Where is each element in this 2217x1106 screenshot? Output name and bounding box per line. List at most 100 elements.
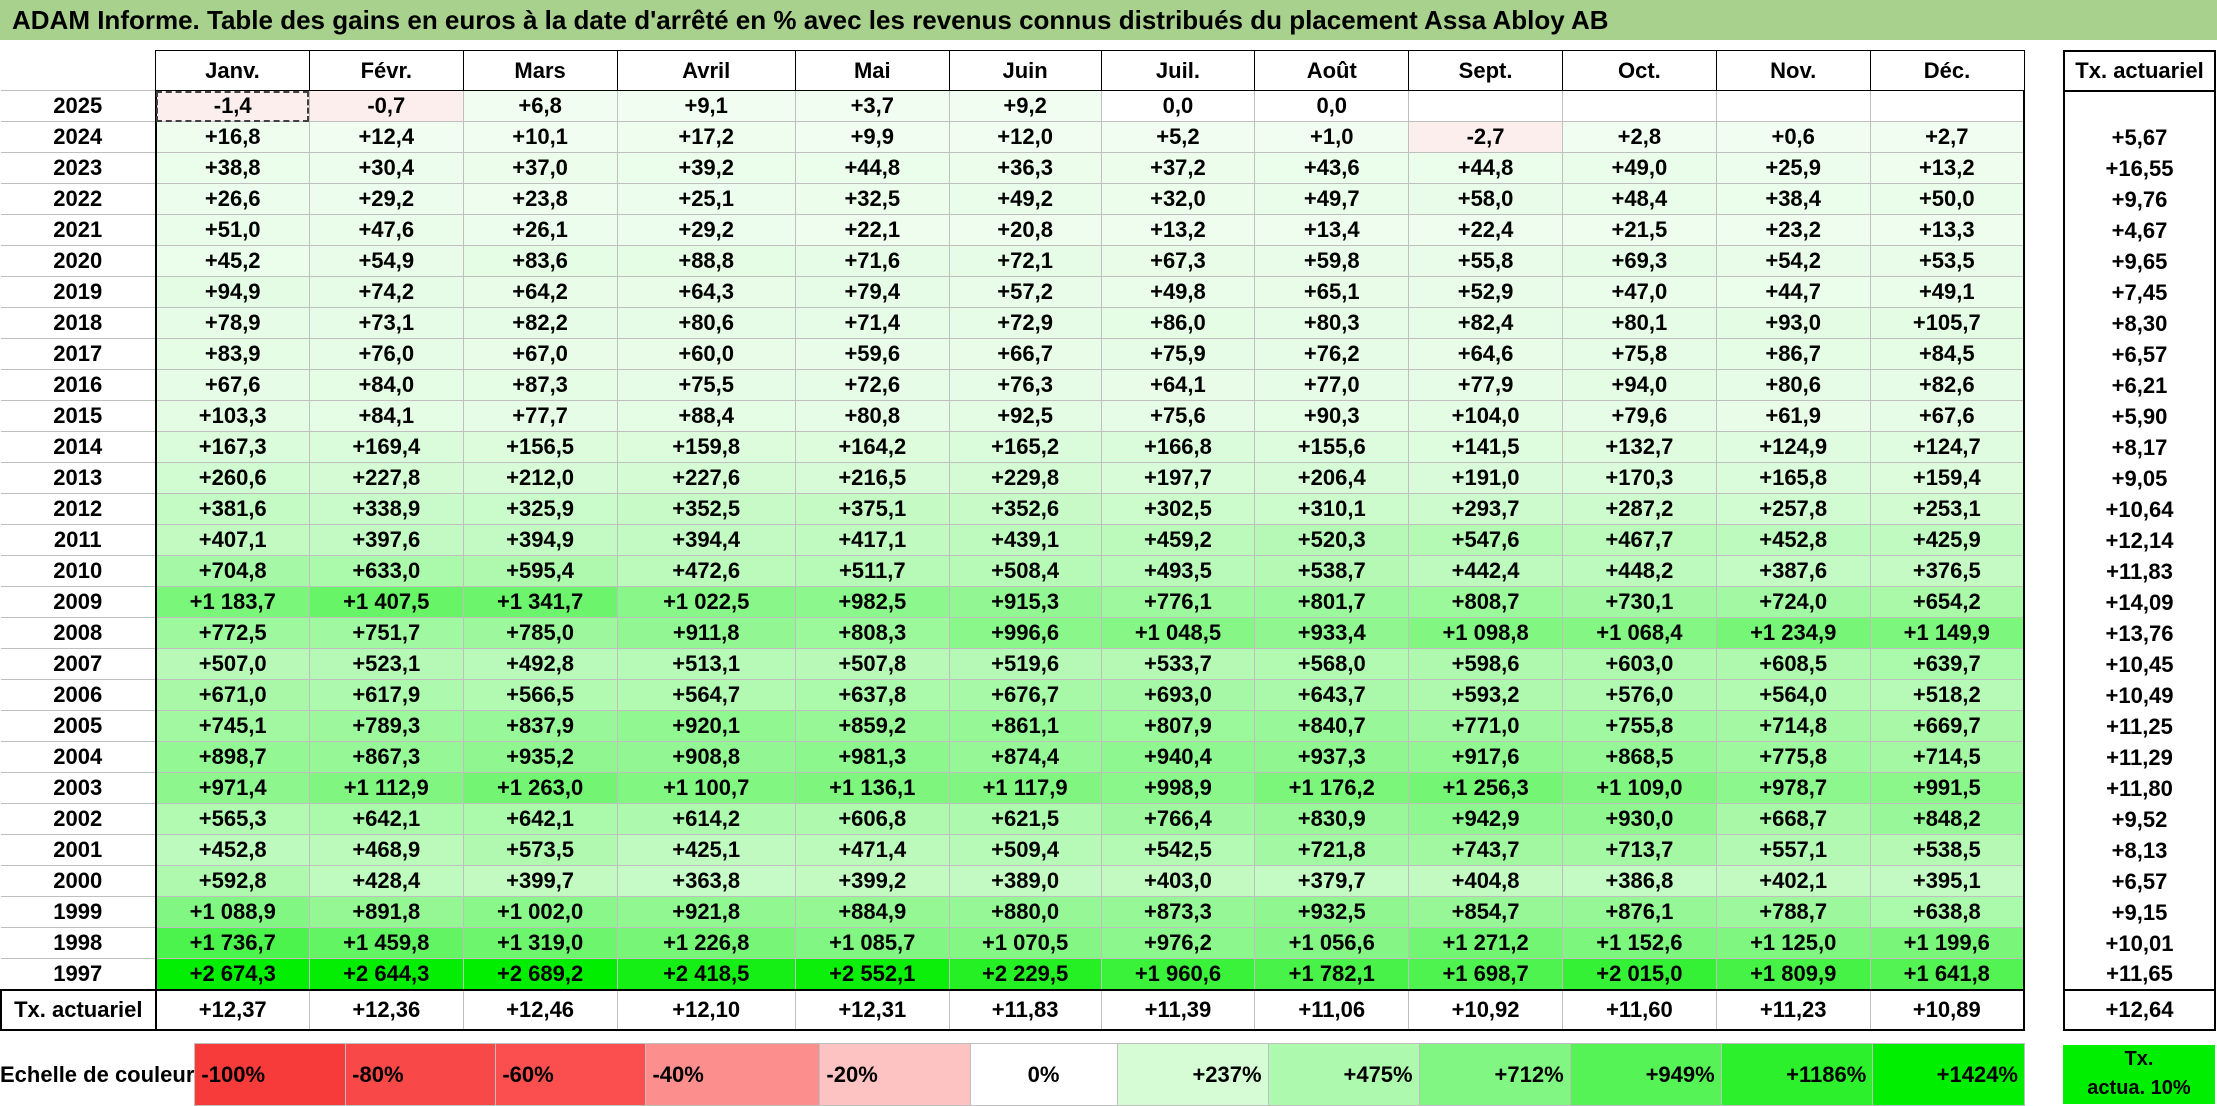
gain-cell[interactable]: +32,5 bbox=[794, 183, 950, 215]
gain-cell[interactable]: +518,2 bbox=[1869, 679, 2025, 711]
rate-cell[interactable]: +12,31 bbox=[794, 988, 950, 1031]
rate-cell[interactable]: +11,39 bbox=[1100, 988, 1256, 1031]
gain-cell[interactable]: +1 226,8 bbox=[616, 927, 796, 959]
year-label[interactable]: 2003 bbox=[1, 772, 157, 804]
gain-cell[interactable]: +668,7 bbox=[1715, 803, 1871, 835]
gain-cell[interactable]: +1 782,1 bbox=[1254, 958, 1410, 991]
gain-cell[interactable]: +72,9 bbox=[948, 307, 1102, 339]
gain-cell[interactable]: 0,0 bbox=[1100, 90, 1256, 122]
gain-cell[interactable]: +1 002,0 bbox=[462, 896, 618, 928]
gain-cell[interactable]: +595,4 bbox=[462, 555, 618, 587]
gain-cell[interactable]: +493,5 bbox=[1100, 555, 1256, 587]
gain-cell[interactable]: +538,5 bbox=[1869, 834, 2025, 866]
gain-cell[interactable]: +915,3 bbox=[948, 586, 1102, 618]
gain-cell[interactable]: +124,9 bbox=[1715, 431, 1871, 463]
gain-cell[interactable]: +991,5 bbox=[1869, 772, 2025, 804]
gain-cell[interactable]: +71,6 bbox=[794, 245, 950, 277]
gain-cell[interactable]: +83,6 bbox=[462, 245, 618, 277]
gain-cell[interactable]: +743,7 bbox=[1408, 834, 1563, 866]
gain-cell[interactable]: +2 015,0 bbox=[1561, 958, 1717, 991]
gain-cell[interactable]: +981,3 bbox=[794, 741, 950, 773]
gain-cell[interactable]: +132,7 bbox=[1561, 431, 1717, 463]
gain-cell[interactable]: +724,0 bbox=[1715, 586, 1871, 618]
gain-cell[interactable]: +165,2 bbox=[948, 431, 1102, 463]
year-rate-cell[interactable]: +9,52 bbox=[2063, 804, 2216, 835]
gain-cell[interactable]: +776,1 bbox=[1100, 586, 1256, 618]
gain-cell[interactable]: +164,2 bbox=[794, 431, 950, 463]
rate-cell[interactable]: +12,37 bbox=[155, 988, 310, 1031]
month-header-1[interactable]: Janv. bbox=[155, 50, 310, 91]
gain-cell[interactable]: +67,6 bbox=[1869, 400, 2025, 432]
gain-cell[interactable]: +808,7 bbox=[1408, 586, 1563, 618]
gain-cell[interactable]: +930,0 bbox=[1561, 803, 1717, 835]
gain-cell[interactable]: +17,2 bbox=[616, 121, 796, 153]
gain-cell[interactable]: +830,9 bbox=[1254, 803, 1410, 835]
month-header-3[interactable]: Mars bbox=[462, 50, 618, 91]
gain-cell[interactable]: +75,9 bbox=[1100, 338, 1256, 370]
rate-cell[interactable]: +10,89 bbox=[1869, 988, 2025, 1031]
gain-cell[interactable]: +44,7 bbox=[1715, 276, 1871, 308]
gain-cell[interactable]: +1 098,8 bbox=[1408, 617, 1563, 649]
month-header-11[interactable]: Nov. bbox=[1715, 50, 1871, 91]
gain-cell[interactable] bbox=[1561, 90, 1717, 122]
year-label[interactable]: 2000 bbox=[1, 865, 157, 897]
gain-cell[interactable]: +704,8 bbox=[155, 555, 310, 587]
month-header-4[interactable]: Avril bbox=[616, 50, 796, 91]
month-header-2[interactable]: Févr. bbox=[308, 50, 464, 91]
gain-cell[interactable]: +637,8 bbox=[794, 679, 950, 711]
gain-cell[interactable]: +507,0 bbox=[155, 648, 310, 680]
gain-cell[interactable]: +65,1 bbox=[1254, 276, 1410, 308]
gain-cell[interactable]: +940,4 bbox=[1100, 741, 1256, 773]
gain-cell[interactable]: +13,2 bbox=[1869, 152, 2025, 184]
gain-cell[interactable]: +26,1 bbox=[462, 214, 618, 246]
gain-cell[interactable]: +2 689,2 bbox=[462, 958, 618, 991]
gain-cell[interactable]: +2,7 bbox=[1869, 121, 2025, 153]
gain-cell[interactable]: +876,1 bbox=[1561, 896, 1717, 928]
gain-cell[interactable]: +1 022,5 bbox=[616, 586, 796, 618]
gain-cell[interactable]: +257,8 bbox=[1715, 493, 1871, 525]
gain-cell[interactable]: +671,0 bbox=[155, 679, 310, 711]
gain-cell[interactable]: +21,5 bbox=[1561, 214, 1717, 246]
gain-cell[interactable]: +467,7 bbox=[1561, 524, 1717, 556]
year-rate-cell[interactable]: +9,76 bbox=[2063, 184, 2216, 215]
year-label[interactable]: 2022 bbox=[1, 183, 157, 215]
gain-cell[interactable]: +2,8 bbox=[1561, 121, 1717, 153]
gain-cell[interactable]: +789,3 bbox=[308, 710, 464, 742]
gain-cell[interactable]: +921,8 bbox=[616, 896, 796, 928]
gain-cell[interactable]: +13,3 bbox=[1869, 214, 2025, 246]
gain-cell[interactable]: +77,0 bbox=[1254, 369, 1410, 401]
gain-cell[interactable]: +79,4 bbox=[794, 276, 950, 308]
gain-cell[interactable]: +69,3 bbox=[1561, 245, 1717, 277]
gain-cell[interactable]: -1,4 bbox=[155, 90, 310, 122]
gain-cell[interactable]: +693,0 bbox=[1100, 679, 1256, 711]
gain-cell[interactable]: +448,2 bbox=[1561, 555, 1717, 587]
year-rate-cell[interactable]: +9,05 bbox=[2063, 463, 2216, 494]
year-label[interactable]: 2013 bbox=[1, 462, 157, 494]
gain-cell[interactable]: +25,9 bbox=[1715, 152, 1871, 184]
gain-cell[interactable]: +920,1 bbox=[616, 710, 796, 742]
month-header-6[interactable]: Juin bbox=[948, 50, 1102, 91]
gain-cell[interactable]: 0,0 bbox=[1254, 90, 1410, 122]
gain-cell[interactable]: +598,6 bbox=[1408, 648, 1563, 680]
gain-cell[interactable]: +84,5 bbox=[1869, 338, 2025, 370]
gain-cell[interactable]: +425,9 bbox=[1869, 524, 2025, 556]
year-label[interactable]: 2015 bbox=[1, 400, 157, 432]
gain-cell[interactable]: +88,8 bbox=[616, 245, 796, 277]
gain-cell[interactable]: +1 125,0 bbox=[1715, 927, 1871, 959]
year-rate-cell[interactable]: +6,21 bbox=[2063, 370, 2216, 401]
gain-cell[interactable]: +39,2 bbox=[616, 152, 796, 184]
gain-cell[interactable]: +90,3 bbox=[1254, 400, 1410, 432]
gain-cell[interactable]: +80,8 bbox=[794, 400, 950, 432]
gain-cell[interactable]: +386,8 bbox=[1561, 865, 1717, 897]
month-header-8[interactable]: Août bbox=[1254, 50, 1410, 91]
year-rate-cell[interactable]: +9,15 bbox=[2063, 897, 2216, 928]
gain-cell[interactable]: +77,7 bbox=[462, 400, 618, 432]
gain-cell[interactable]: +9,2 bbox=[948, 90, 1102, 122]
gain-cell[interactable]: +1 109,0 bbox=[1561, 772, 1717, 804]
gain-cell[interactable]: +93,0 bbox=[1715, 307, 1871, 339]
gain-cell[interactable]: +468,9 bbox=[308, 834, 464, 866]
year-rate-cell[interactable]: +4,67 bbox=[2063, 215, 2216, 246]
gain-cell[interactable]: +124,7 bbox=[1869, 431, 2025, 463]
gain-cell[interactable] bbox=[1715, 90, 1871, 122]
gain-cell[interactable]: +51,0 bbox=[155, 214, 310, 246]
